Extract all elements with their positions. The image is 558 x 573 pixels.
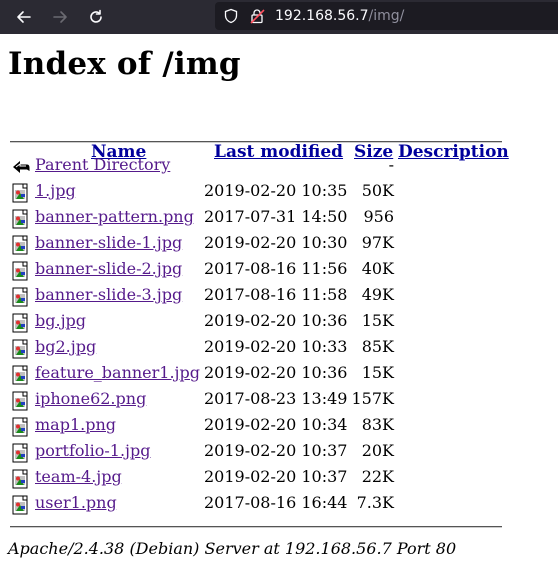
back-button[interactable] — [6, 0, 42, 34]
image-file-icon — [12, 417, 28, 437]
image-file-icon — [12, 287, 28, 307]
image-file-icon — [12, 365, 28, 385]
forward-button[interactable] — [42, 0, 78, 34]
image-file-icon — [12, 235, 28, 255]
image-file-icon — [12, 261, 28, 281]
file-modified: 2019-02-20 10:37 — [204, 441, 348, 460]
file-row: bg2.jpg 2019-02-20 10:33 85K — [0, 336, 558, 362]
header-divider — [10, 141, 502, 142]
file-row: bg.jpg 2019-02-20 10:36 15K — [0, 310, 558, 336]
image-file-icon — [12, 183, 28, 203]
footer-divider — [10, 526, 502, 527]
file-size: 50K — [361, 181, 394, 200]
file-modified: 2019-02-20 10:33 — [204, 337, 348, 356]
file-modified: 2017-08-16 11:56 — [204, 259, 348, 278]
file-modified: 2019-02-20 10:37 — [204, 467, 348, 486]
file-link[interactable]: 1.jpg — [35, 181, 76, 200]
back-folder-icon — [13, 161, 30, 173]
image-file-icon — [12, 469, 28, 489]
file-row: banner-pattern.png 2017-07-31 14:50 956 — [0, 206, 558, 232]
file-row: user1.png 2017-08-16 16:44 7.3K — [0, 492, 558, 518]
image-file-icon — [12, 313, 28, 333]
file-row: team-4.jpg 2019-02-20 10:37 22K — [0, 466, 558, 492]
page-content: Index of /img Name Last modified Size De… — [0, 34, 558, 573]
file-row: iphone62.png 2017-08-23 13:49 157K — [0, 388, 558, 414]
parent-directory-link[interactable]: Parent Directory — [35, 155, 170, 174]
file-size: 20K — [361, 441, 394, 460]
browser-toolbar: 192.168.56.7/img/ — [0, 0, 558, 34]
file-modified: 2017-08-16 16:44 — [204, 493, 348, 512]
reload-button[interactable] — [78, 0, 114, 34]
file-row: banner-slide-3.jpg 2017-08-16 11:58 49K — [0, 284, 558, 310]
server-signature: Apache/2.4.38 (Debian) Server at 192.168… — [8, 539, 457, 558]
file-size: 15K — [361, 363, 394, 382]
file-row: map1.png 2019-02-20 10:34 83K — [0, 414, 558, 440]
file-link[interactable]: portfolio-1.jpg — [35, 441, 151, 460]
parent-directory-row: Parent Directory - — [0, 154, 558, 180]
file-size: 157K — [351, 389, 395, 408]
file-size: 15K — [361, 311, 394, 330]
file-modified: 2017-08-16 11:58 — [204, 285, 348, 304]
file-link[interactable]: banner-slide-1.jpg — [35, 233, 182, 252]
file-link[interactable]: banner-slide-3.jpg — [35, 285, 182, 304]
file-link[interactable]: banner-pattern.png — [35, 207, 194, 226]
file-modified: 2019-02-20 10:34 — [204, 415, 348, 434]
image-file-icon — [12, 391, 28, 411]
file-link[interactable]: feature_banner1.jpg — [35, 363, 200, 382]
file-size: 97K — [361, 233, 394, 252]
file-row: banner-slide-1.jpg 2019-02-20 10:30 97K — [0, 232, 558, 258]
file-link[interactable]: iphone62.png — [35, 389, 146, 408]
file-size: 7.3K — [356, 493, 394, 512]
page-title: Index of /img — [8, 46, 241, 82]
url-host: 192.168.56.7 — [275, 8, 369, 24]
insecure-lock-icon — [250, 9, 265, 24]
file-size: 83K — [361, 415, 394, 434]
image-file-icon — [12, 443, 28, 463]
file-modified: 2017-07-31 14:50 — [204, 207, 348, 226]
image-file-icon — [12, 495, 28, 515]
file-link[interactable]: map1.png — [35, 415, 116, 434]
file-modified: 2019-02-20 10:35 — [204, 181, 348, 200]
file-row: banner-slide-2.jpg 2017-08-16 11:56 40K — [0, 258, 558, 284]
reload-icon — [90, 9, 102, 23]
file-link[interactable]: bg2.jpg — [35, 337, 96, 356]
file-modified: 2019-02-20 10:30 — [204, 233, 348, 252]
file-link[interactable]: user1.png — [35, 493, 117, 512]
file-size: 49K — [361, 285, 394, 304]
parent-size: - — [388, 155, 394, 174]
file-row: 1.jpg 2019-02-20 10:35 50K — [0, 180, 558, 206]
url-path: /img/ — [368, 8, 405, 24]
file-link[interactable]: team-4.jpg — [35, 467, 122, 486]
file-link[interactable]: banner-slide-2.jpg — [35, 259, 182, 278]
file-modified: 2019-02-20 10:36 — [204, 311, 348, 330]
file-size: 40K — [361, 259, 394, 278]
image-file-icon — [12, 209, 28, 229]
address-bar[interactable]: 192.168.56.7/img/ — [215, 2, 558, 30]
file-modified: 2019-02-20 10:36 — [204, 363, 348, 382]
file-row: portfolio-1.jpg 2019-02-20 10:37 20K — [0, 440, 558, 466]
back-arrow-icon — [17, 11, 31, 23]
file-row: feature_banner1.jpg 2019-02-20 10:36 15K — [0, 362, 558, 388]
file-size: 956 — [363, 207, 394, 226]
file-modified: 2017-08-23 13:49 — [204, 389, 348, 408]
image-file-icon — [12, 339, 28, 359]
shield-icon — [224, 8, 238, 24]
file-link[interactable]: bg.jpg — [35, 311, 86, 330]
file-size: 85K — [361, 337, 394, 356]
forward-arrow-icon — [53, 11, 67, 23]
file-size: 22K — [361, 467, 394, 486]
